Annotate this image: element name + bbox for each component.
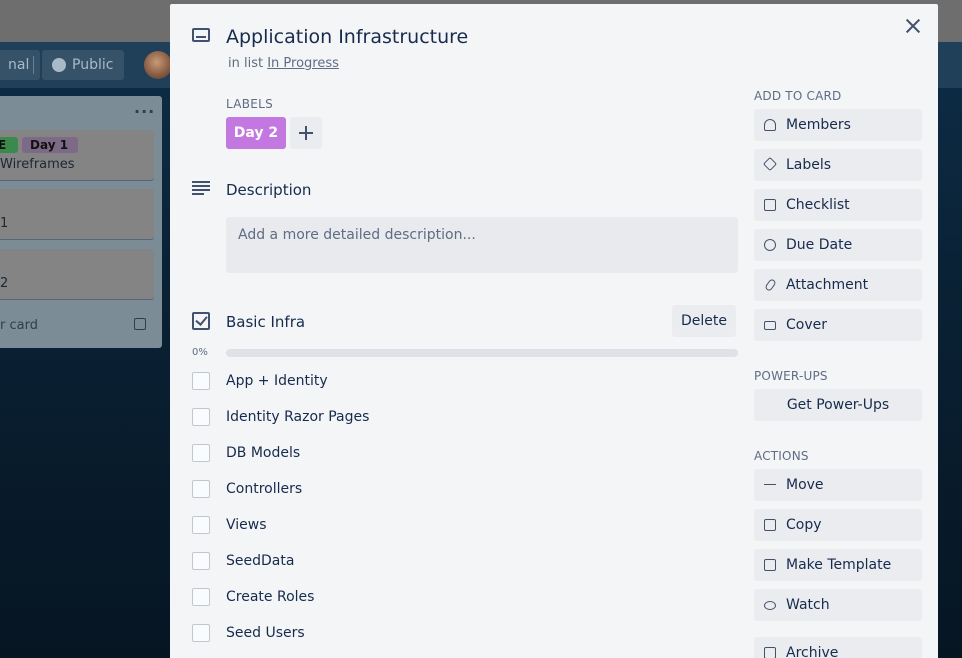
checklist-item-checkbox[interactable] [192,372,210,390]
checkbox-icon [764,199,776,211]
label-day-2[interactable]: Day 2 [226,117,286,149]
person-icon [764,119,776,131]
checklist-item-checkbox[interactable] [192,588,210,606]
due-date-button[interactable]: Due Date [754,229,922,261]
checklist-item: Identity Razor Pages [192,408,732,428]
get-power-ups-button[interactable]: Get Power-Ups [754,389,922,421]
checklist-icon [192,312,210,330]
watch-label: Watch [786,597,830,613]
checklist-item-checkbox[interactable] [192,552,210,570]
card-icon [192,28,210,42]
paperclip-icon [764,278,777,292]
board-card[interactable]: E Day 1 Wireframes [0,130,154,180]
checklist-item: SeedData [192,552,732,572]
checklist-item-checkbox[interactable] [192,516,210,534]
eye-icon [764,601,776,610]
checklist-item: Create Roles [192,588,732,608]
checklist-item: App + Identity [192,372,732,392]
card-title[interactable]: Application Infrastructure [226,26,468,48]
make-template-button[interactable]: Make Template [754,549,922,581]
add-card-link[interactable]: r card [0,318,38,333]
in-list-prefix: in list [228,56,264,71]
checklist-title[interactable]: Basic Infra [226,313,305,331]
in-list-info: in list In Progress [228,56,339,71]
tag-icon [762,156,778,172]
checklist-item-text[interactable]: App + Identity [226,373,328,389]
checklist-item-checkbox[interactable] [192,444,210,462]
card-label: E [0,137,18,153]
description-icon [192,181,210,195]
checklist-item-text[interactable]: SeedData [226,553,294,569]
due-date-label: Due Date [786,237,853,253]
checklist-label: Checklist [786,197,850,213]
attachment-label: Attachment [786,277,869,293]
make-template-label: Make Template [786,557,892,573]
card-detail-modal: Application Infrastructure in list In Pr… [170,4,938,658]
labels-label: Labels [786,157,832,173]
card-title: Wireframes [0,157,75,172]
member-avatar[interactable] [144,51,172,79]
checklist-item-checkbox[interactable] [192,408,210,426]
board-header-left-button[interactable]: nal [0,50,40,80]
public-label: Public [72,57,114,73]
checklist-percent: 0% [192,347,208,358]
checklist-item: Views [192,516,732,536]
clock-icon [764,239,776,251]
archive-icon [764,647,776,658]
checklist-item-text[interactable]: Controllers [226,481,302,497]
delete-checklist-button[interactable]: Delete [672,305,736,337]
description-heading: Description [226,181,312,199]
checklist-item: Controllers [192,480,732,500]
copy-button[interactable]: Copy [754,509,922,541]
checklist-item-checkbox[interactable] [192,480,210,498]
labels-button[interactable]: Labels [754,149,922,181]
cover-icon [764,321,776,330]
checklist-button[interactable]: Checklist [754,189,922,221]
watch-button[interactable]: Watch [754,589,922,621]
close-icon[interactable] [905,18,921,34]
add-label-button[interactable] [290,117,322,149]
checklist-item-checkbox[interactable] [192,624,210,642]
add-to-card-heading: ADD TO CARD [754,89,842,103]
globe-icon [52,58,66,72]
template-icon [764,559,776,571]
copy-label: Copy [786,517,822,533]
checklist-progress-bar [226,349,738,357]
card-template-icon[interactable] [134,318,146,330]
checklist-item: DB Models [192,444,732,464]
card-title: 2 [0,276,9,291]
move-button[interactable]: Move [754,469,922,501]
card-title: 1 [0,216,9,231]
board-card[interactable]: 1 [0,189,154,239]
labels-heading: LABELS [226,97,274,111]
archive-label: Archive [786,645,839,658]
cover-label: Cover [786,317,827,333]
description-input[interactable]: Add a more detailed description... [226,217,738,273]
move-label: Move [786,477,824,493]
attachment-button[interactable]: Attachment [754,269,922,301]
card-label: Day 1 [22,137,78,153]
checklist-item-text[interactable]: DB Models [226,445,300,461]
checklist-item-text[interactable]: Views [226,517,267,533]
checklist-item-text[interactable]: Identity Razor Pages [226,409,369,425]
archive-button[interactable]: Archive [754,637,922,658]
power-ups-heading: POWER-UPS [754,369,828,383]
board-header-divider [33,56,34,74]
checklist-item-text[interactable]: Create Roles [226,589,314,605]
copy-icon [764,519,776,531]
checklist-item-text[interactable]: Seed Users [226,625,305,641]
public-visibility-button[interactable]: Public [42,50,124,80]
members-button[interactable]: Members [754,109,922,141]
checklist-item: Seed Users [192,624,732,644]
list-menu-icon[interactable]: ... [134,98,155,117]
arrow-right-icon [764,484,776,485]
board-card[interactable]: 2 [0,249,154,299]
actions-heading: ACTIONS [754,449,809,463]
cover-button[interactable]: Cover [754,309,922,341]
in-list-link[interactable]: In Progress [267,56,339,71]
members-label: Members [786,117,851,133]
